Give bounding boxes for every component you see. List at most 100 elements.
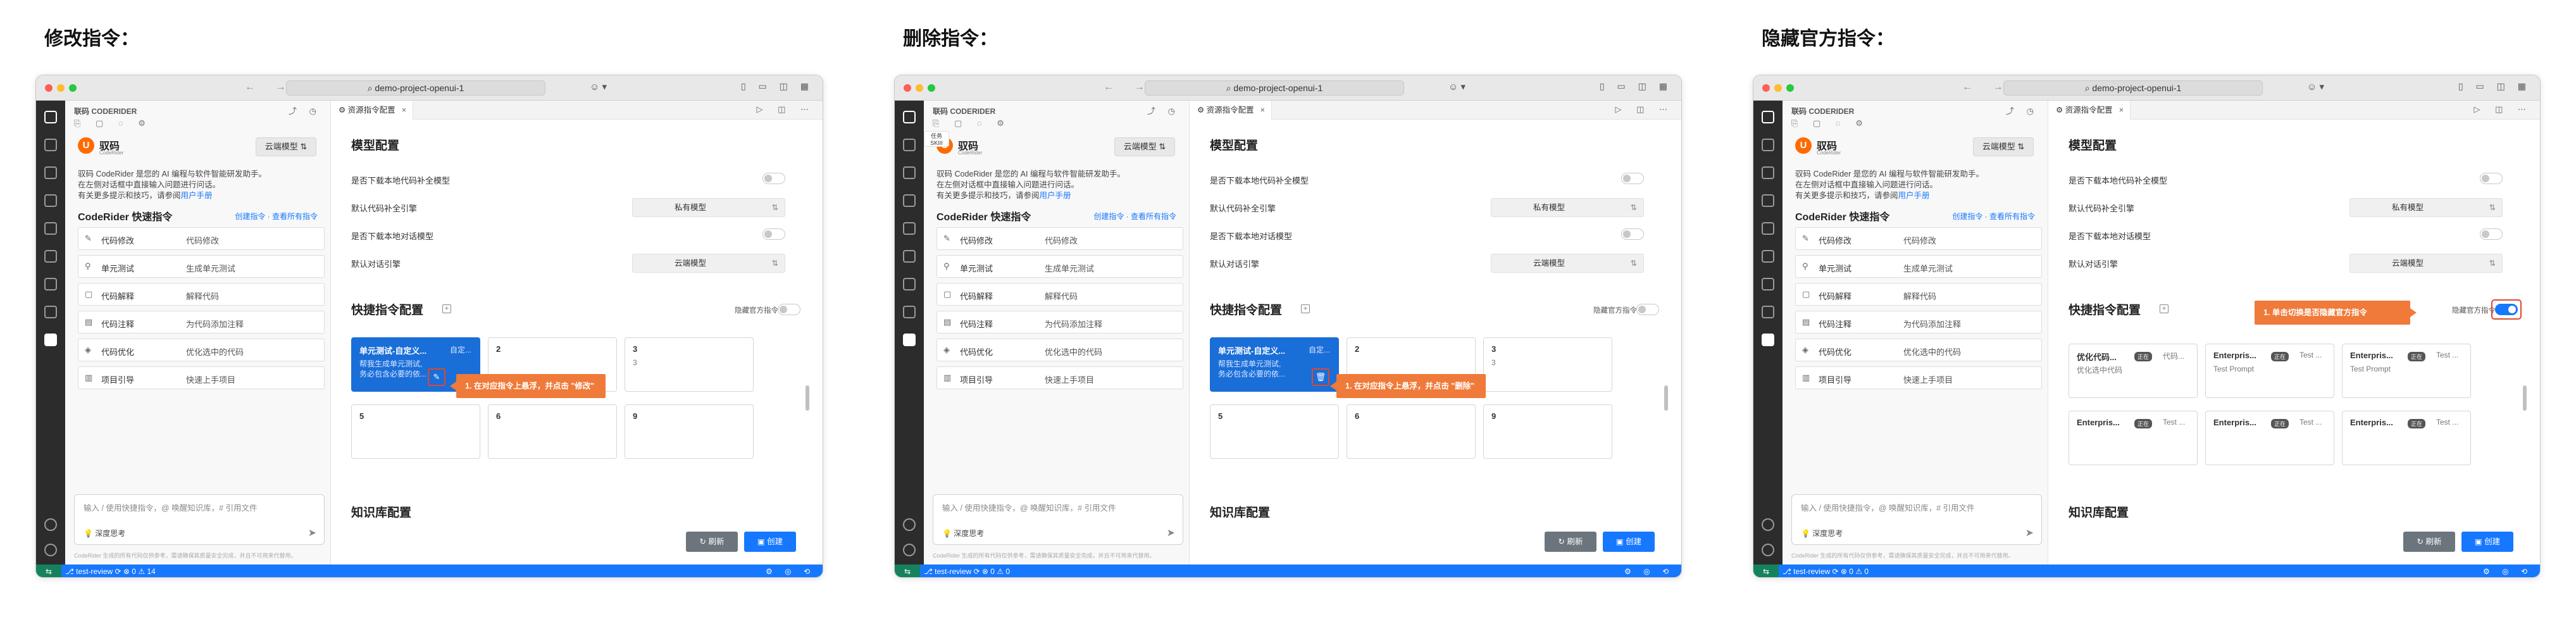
search-icon[interactable] (1762, 139, 1774, 151)
user-manual-link[interactable]: 用户手册 (1040, 191, 1071, 200)
custom-command-card[interactable]: 5 (1210, 404, 1339, 459)
source-control-icon[interactable] (44, 166, 57, 179)
refresh-button[interactable]: ↻ 刷新 (2403, 532, 2455, 552)
refresh-button[interactable]: ↻ 刷新 (1545, 532, 1596, 552)
official-command-card[interactable]: Enterpris... 正在 Test ... (2342, 411, 2471, 465)
sidebar-header-icons[interactable]: ⤴ ◷ (1147, 104, 1180, 116)
extensions-icon[interactable] (1762, 222, 1774, 235)
branch-status[interactable]: ⎇ test-review ⟳ ⊗ 0 ⚠ 14 (65, 565, 156, 577)
custom-command-card[interactable]: 6 (1347, 404, 1476, 459)
terminal-icon[interactable] (903, 278, 916, 290)
coderider-icon[interactable] (44, 334, 57, 346)
pencil-icon[interactable]: ✎ (428, 368, 445, 386)
run-debug-icon[interactable] (44, 194, 57, 207)
tab-resource-config[interactable]: ⚙ 资源指令配置 × (331, 101, 413, 120)
sidebar-toolbar-icons[interactable]: ⎘ ▢ ◌ ⚙ (74, 118, 152, 128)
account-avatar-icon[interactable] (903, 518, 916, 531)
refresh-button[interactable]: ↻ 刷新 (686, 532, 738, 552)
testing-icon[interactable] (44, 306, 57, 318)
account-icon[interactable]: ☺ ▾ (590, 81, 607, 92)
quick-command-item[interactable]: ▥ 项目引导 快速上手项目 (1795, 366, 2042, 389)
create-button[interactable]: ▣ 创建 (744, 532, 796, 552)
custom-command-card[interactable]: 5 (351, 404, 480, 459)
cards-scrollbar[interactable] (806, 385, 809, 411)
custom-command-card[interactable]: 6 (488, 404, 617, 459)
layout-toggle-icons[interactable]: ▯ ▭ ◫ ▦ (741, 81, 814, 92)
model-select[interactable]: 云端模型 ⇅ (1114, 137, 1175, 156)
maximize-window-button[interactable] (69, 84, 77, 92)
close-window-button[interactable] (1762, 84, 1770, 92)
explorer-icon[interactable] (1762, 111, 1774, 123)
testing-icon[interactable] (1762, 306, 1774, 318)
quick-command-item[interactable]: ⚲ 单元测试 生成单元测试 (78, 255, 325, 278)
manage-gear-icon[interactable] (903, 544, 916, 556)
close-tab-icon[interactable]: × (1260, 101, 1265, 120)
quick-command-item[interactable]: ▤ 代码注释 为代码添加注释 (78, 311, 325, 334)
account-avatar-icon[interactable] (1762, 518, 1774, 531)
account-avatar-icon[interactable] (44, 518, 57, 531)
quick-command-item[interactable]: ✎ 代码修改 代码修改 (78, 227, 325, 250)
deep-think-toggle[interactable]: 💡 深度思考 (1801, 528, 1843, 539)
maximize-window-button[interactable] (928, 84, 935, 92)
official-command-card[interactable]: Enterpris... 正在 Test ... (2069, 411, 2198, 465)
explorer-icon[interactable] (44, 111, 57, 123)
minimize-window-button[interactable] (57, 84, 65, 92)
quick-command-item[interactable]: ▥ 项目引导 快速上手项目 (78, 366, 325, 389)
close-window-button[interactable] (45, 84, 53, 92)
download-model-toggle[interactable] (2480, 228, 2503, 240)
engine-select[interactable]: 私有模型 ⇅ (632, 198, 785, 217)
custom-command-card[interactable]: 33 (625, 337, 754, 392)
search-icon[interactable] (903, 139, 916, 151)
create-button[interactable]: ▣ 创建 (1603, 532, 1655, 552)
trash-icon[interactable]: 🗑 (1312, 368, 1329, 386)
custom-command-card[interactable]: 9 (625, 404, 754, 459)
chat-input-box[interactable]: 输入 / 使用快捷指令，@ 唤醒知识库，# 引用文件 💡 深度思考 ➤ (933, 494, 1183, 545)
chat-input[interactable]: 输入 / 使用快捷指令，@ 唤醒知识库，# 引用文件 (84, 501, 258, 513)
layout-toggle-icons[interactable]: ▯ ▭ ◫ ▦ (2458, 81, 2531, 92)
official-command-card[interactable]: 优化代码... 正在 代码... 优化选中代码 (2069, 344, 2198, 398)
run-debug-icon[interactable] (903, 194, 916, 207)
extensions-icon[interactable] (903, 222, 916, 235)
remote-explorer-icon[interactable] (44, 250, 57, 263)
add-command-icon[interactable]: + (2160, 304, 2168, 313)
extensions-icon[interactable] (44, 222, 57, 235)
status-right-icons[interactable]: ⚙ ◎ ⟲ (2483, 565, 2532, 577)
account-icon[interactable]: ☺ ▾ (2307, 81, 2324, 92)
minimize-window-button[interactable] (1774, 84, 1782, 92)
download-model-toggle[interactable] (1621, 173, 1644, 184)
download-model-toggle[interactable] (762, 173, 785, 184)
cards-scrollbar[interactable] (2523, 385, 2527, 411)
quick-command-item[interactable]: ⚲ 单元测试 生成单元测试 (936, 255, 1183, 278)
sidebar-toolbar-icons[interactable]: ⎘ ▢ ◌ ⚙ (933, 118, 1011, 128)
official-command-card[interactable]: Enterpris... 正在 Test ... (2205, 411, 2334, 465)
branch-status[interactable]: ⎇ test-review ⟳ ⊗ 0 ⚠ 0 (924, 565, 1010, 577)
testing-icon[interactable] (903, 306, 916, 318)
quick-command-item[interactable]: ✎ 代码修改 代码修改 (936, 227, 1183, 250)
source-control-icon[interactable] (903, 166, 916, 179)
quick-commands-links[interactable]: 创建指令 · 查看所有指令 (1093, 211, 1176, 222)
quick-commands-links[interactable]: 创建指令 · 查看所有指令 (235, 211, 318, 222)
layout-toggle-icons[interactable]: ▯ ▭ ◫ ▦ (1600, 81, 1672, 92)
download-model-toggle[interactable] (1621, 228, 1644, 240)
quick-command-item[interactable]: ▤ 代码注释 为代码添加注释 (1795, 311, 2042, 334)
quick-command-item[interactable]: ▢ 代码解释 解释代码 (936, 283, 1183, 306)
add-command-icon[interactable]: + (1301, 304, 1310, 313)
hide-official-toggle[interactable] (778, 304, 800, 315)
add-command-icon[interactable]: + (442, 304, 451, 313)
send-icon[interactable]: ➤ (1167, 527, 1175, 539)
quick-command-item[interactable]: ⚲ 单元测试 生成单元测试 (1795, 255, 2042, 278)
status-right-icons[interactable]: ⚙ ◎ ⟲ (1624, 565, 1674, 577)
source-control-icon[interactable] (1762, 166, 1774, 179)
close-window-button[interactable] (904, 84, 911, 92)
status-right-icons[interactable]: ⚙ ◎ ⟲ (766, 565, 815, 577)
send-icon[interactable]: ➤ (2025, 527, 2034, 539)
engine-select[interactable]: 私有模型 ⇅ (1491, 198, 1644, 217)
remote-indicator[interactable]: ⇆ (36, 565, 61, 577)
chat-input-box[interactable]: 输入 / 使用快捷指令，@ 唤醒知识库，# 引用文件 💡 深度思考 ➤ (1791, 494, 2042, 545)
custom-command-card[interactable]: 9 (1483, 404, 1612, 459)
quick-command-item[interactable]: ▤ 代码注释 为代码添加注释 (936, 311, 1183, 334)
engine-select[interactable]: 云端模型 ⇅ (632, 254, 785, 273)
quick-command-item[interactable]: ▥ 项目引导 快速上手项目 (936, 366, 1183, 389)
quick-command-item[interactable]: ◈ 代码优化 优化选中的代码 (1795, 339, 2042, 361)
terminal-icon[interactable] (1762, 278, 1774, 290)
